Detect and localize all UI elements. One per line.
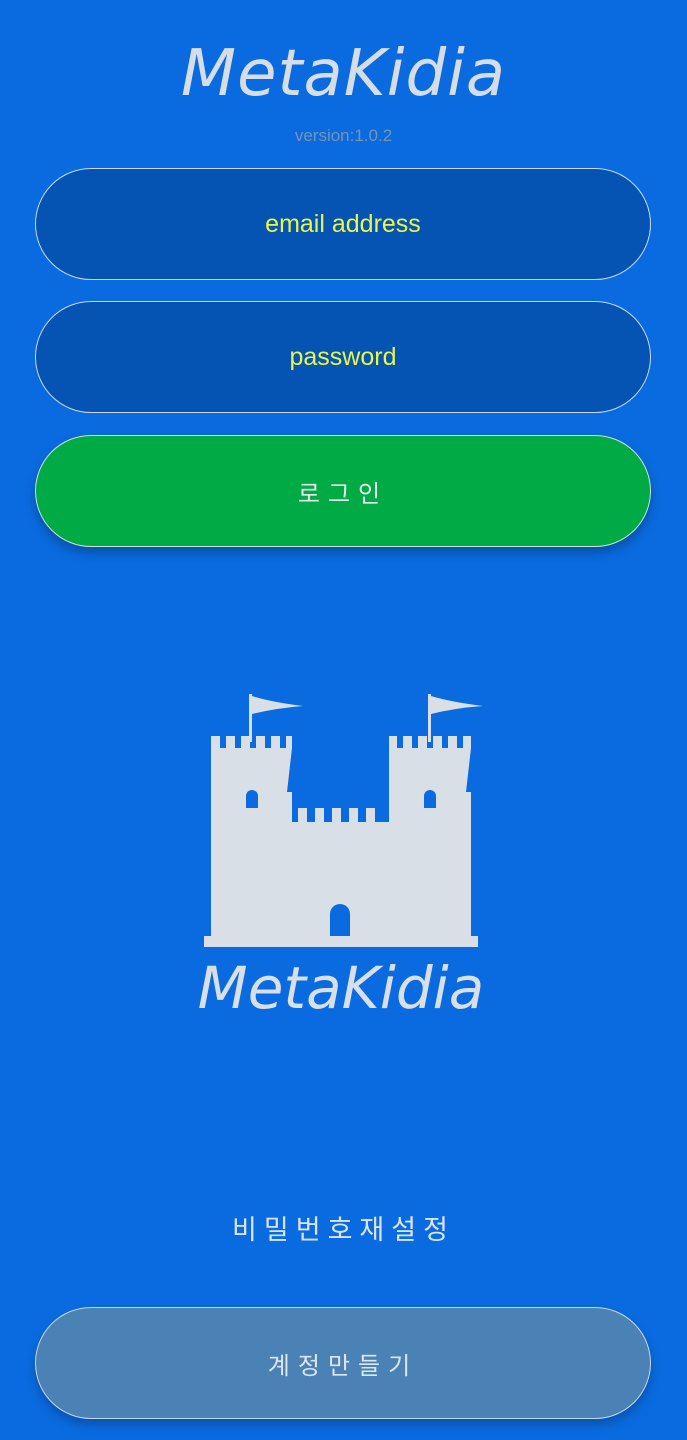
app-title: MetaKidia [180,37,507,111]
login-button[interactable]: 로그인 [35,435,651,547]
create-account-button[interactable]: 계정만들기 [35,1307,651,1419]
login-button-label: 로그인 [297,480,389,508]
password-input[interactable] [36,301,650,413]
email-input[interactable] [36,168,650,280]
logo-wordmark: MetaKidia [198,954,485,1020]
version-label: version:1.0.2 [294,126,393,145]
create-account-label: 계정만들기 [267,1352,419,1380]
email-field[interactable] [35,168,651,280]
password-field[interactable] [35,301,651,413]
reset-password-link[interactable]: 비밀번호재설정 [0,1212,687,1248]
castle-logo: MetaKidia [198,694,485,1020]
